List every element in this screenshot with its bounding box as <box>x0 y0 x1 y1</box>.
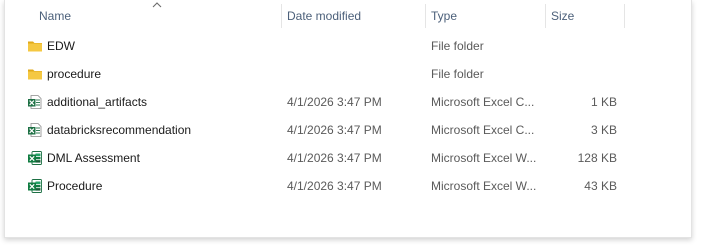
column-header-size[interactable]: Size <box>551 0 621 32</box>
excel-workbook-icon <box>28 151 42 165</box>
list-item[interactable]: procedure File folder <box>5 60 691 88</box>
excel-workbook-icon <box>28 179 42 193</box>
file-type: File folder <box>431 67 484 81</box>
file-date-modified: 4/1/2026 3:47 PM <box>287 151 382 165</box>
file-date-modified: 4/1/2026 3:47 PM <box>287 123 382 137</box>
file-name: additional_artifacts <box>47 95 148 109</box>
column-divider[interactable] <box>624 4 625 28</box>
list-item[interactable]: Procedure 4/1/2026 3:47 PM Microsoft Exc… <box>5 172 691 200</box>
file-name: EDW <box>47 39 75 53</box>
file-date-modified: 4/1/2026 3:47 PM <box>287 179 382 193</box>
file-name: DML Assessment <box>47 151 140 165</box>
excel-csv-icon <box>28 123 42 137</box>
file-type: Microsoft Excel C... <box>431 123 535 137</box>
file-list-pane: Name Date modified Type Size EDW File fo… <box>4 0 692 238</box>
file-name: procedure <box>47 67 102 81</box>
file-name: Procedure <box>47 179 103 193</box>
file-date-modified <box>287 32 427 60</box>
file-name: databricksrecommendation <box>47 123 192 137</box>
excel-csv-icon <box>28 95 42 109</box>
column-header-bar: Name Date modified Type Size <box>5 0 691 32</box>
file-size: 3 KB <box>590 123 617 137</box>
file-date-modified <box>287 60 427 88</box>
list-item[interactable]: DML Assessment 4/1/2026 3:47 PM Microsof… <box>5 144 691 172</box>
list-item[interactable]: additional_artifacts 4/1/2026 3:47 PM Mi… <box>5 88 691 116</box>
folder-icon <box>28 69 42 80</box>
list-item[interactable]: databricksrecommendation 4/1/2026 3:47 P… <box>5 116 691 144</box>
list-item[interactable]: EDW File folder <box>5 32 691 60</box>
column-header-name[interactable]: Name <box>39 0 279 32</box>
file-size <box>553 60 617 88</box>
column-header-date-modified[interactable]: Date modified <box>287 0 425 32</box>
column-divider[interactable] <box>545 4 546 28</box>
column-divider[interactable] <box>281 4 282 28</box>
file-size: 128 KB <box>577 151 617 165</box>
column-divider[interactable] <box>425 4 426 28</box>
file-size: 1 KB <box>590 95 617 109</box>
file-size <box>553 32 617 60</box>
file-size: 43 KB <box>584 179 617 193</box>
file-type: Microsoft Excel W... <box>431 179 537 193</box>
folder-icon <box>28 41 42 52</box>
file-type: File folder <box>431 39 484 53</box>
file-date-modified: 4/1/2026 3:47 PM <box>287 95 382 109</box>
column-header-type[interactable]: Type <box>431 0 543 32</box>
file-type: Microsoft Excel C... <box>431 95 535 109</box>
file-type: Microsoft Excel W... <box>431 151 537 165</box>
